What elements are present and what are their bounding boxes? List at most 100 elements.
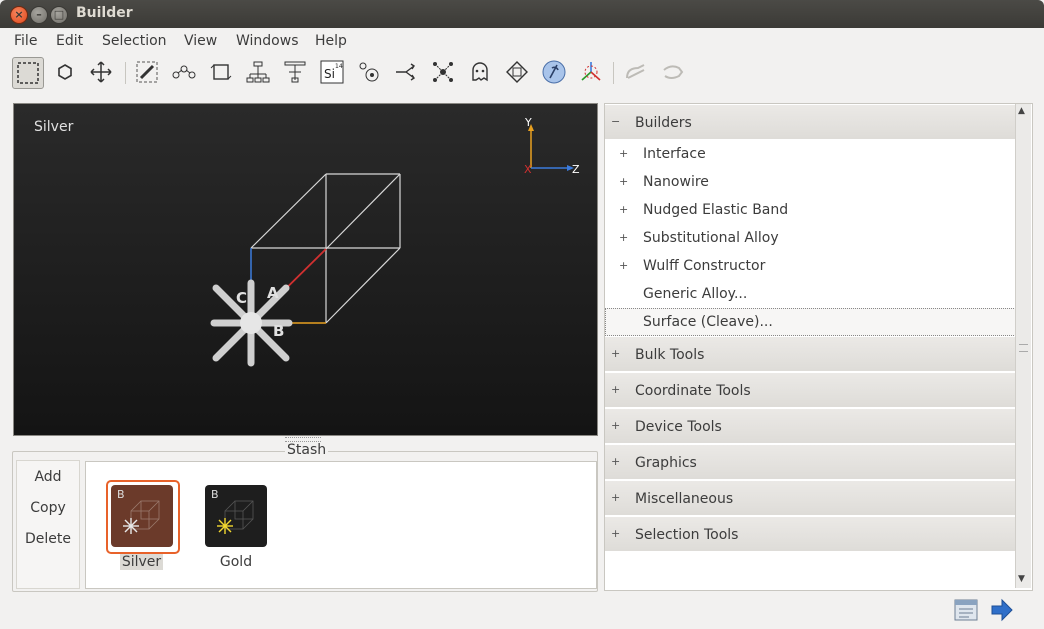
box-rotate-button[interactable]: [502, 57, 532, 87]
element-si-button[interactable]: Si 14: [317, 57, 347, 87]
tree-item-substitutional-alloy[interactable]: + Substitutional Alloy: [605, 224, 1016, 253]
tree-category-selection-tools[interactable]: + Selection Tools: [605, 517, 1016, 552]
toolbar-separator: [613, 62, 614, 84]
hidden-settings-icon: [542, 60, 566, 84]
scroll-down-icon[interactable]: ▼: [1018, 574, 1025, 584]
tree-category-label: Builders: [635, 115, 692, 131]
move-tool-button[interactable]: [86, 57, 116, 87]
tree-item-interface[interactable]: + Interface: [605, 140, 1016, 169]
maximize-window-button[interactable]: □: [50, 6, 68, 24]
menu-selection[interactable]: Selection: [102, 33, 167, 49]
expand-icon[interactable]: +: [619, 260, 628, 271]
tree-item-label: Generic Alloy...: [643, 286, 748, 302]
bond-chain-button[interactable]: [169, 57, 199, 87]
stash-add-button[interactable]: Add: [17, 469, 79, 485]
expand-icon[interactable]: +: [611, 384, 620, 395]
expand-icon[interactable]: +: [611, 456, 620, 467]
expand-icon[interactable]: +: [619, 148, 628, 159]
stash-item-silver[interactable]: B: [111, 485, 173, 547]
tree-category-label: Miscellaneous: [635, 491, 734, 507]
expand-icon[interactable]: +: [611, 348, 620, 359]
tree-category-builders[interactable]: − Builders: [605, 105, 1016, 140]
window-title: Builder: [76, 5, 133, 21]
expand-icon[interactable]: +: [619, 232, 628, 243]
scroll-grip[interactable]: [1019, 344, 1028, 352]
expand-icon[interactable]: +: [611, 420, 620, 431]
send-to-button[interactable]: [990, 598, 1014, 622]
undo-icon: [626, 64, 645, 79]
x-axis-label: X: [524, 163, 532, 176]
tree-category-miscellaneous[interactable]: + Miscellaneous: [605, 481, 1016, 516]
molecule-button[interactable]: [354, 57, 384, 87]
notes-icon: [954, 599, 978, 621]
tree-category-label: Device Tools: [635, 419, 722, 435]
redo-button: [658, 57, 688, 87]
expand-icon[interactable]: +: [619, 204, 628, 215]
title-bar: × – □ Builder: [0, 0, 1044, 28]
notes-button[interactable]: [954, 598, 978, 622]
cube-rotate-button[interactable]: [206, 57, 236, 87]
element-si-icon: Si14: [320, 60, 344, 84]
y-axis-label: Y: [524, 116, 532, 129]
tree-collapse-icon: [284, 61, 306, 83]
tree-item-nanowire[interactable]: + Nanowire: [605, 168, 1016, 197]
bond-chain-icon: [172, 65, 196, 79]
minimize-window-button[interactable]: –: [30, 6, 48, 24]
lattice-c-label: C: [236, 289, 247, 307]
expand-icon[interactable]: +: [611, 492, 620, 503]
ghost-button[interactable]: [465, 57, 495, 87]
tree-scrollbar[interactable]: ▲ ▼: [1015, 104, 1031, 588]
lattice-a-label: A: [267, 284, 279, 302]
lattice-b-label: B: [273, 322, 284, 340]
cube-rotate-icon: [210, 64, 232, 80]
stash-delete-button[interactable]: Delete: [17, 531, 79, 547]
collapse-icon[interactable]: −: [611, 116, 620, 127]
stash-title: Stash: [285, 442, 329, 458]
menu-help[interactable]: Help: [315, 33, 347, 49]
tree-category-bulk-tools[interactable]: + Bulk Tools: [605, 337, 1016, 372]
hexagon-tool-button[interactable]: [50, 57, 80, 87]
z-axis-label: Z: [572, 163, 580, 176]
structure-viewport[interactable]: Silver Y X Z C A B: [13, 103, 598, 436]
tree-category-label: Coordinate Tools: [635, 383, 751, 399]
axes-button[interactable]: [576, 57, 606, 87]
hexagon-icon: [58, 64, 72, 80]
split-arrow-button[interactable]: [391, 57, 421, 87]
menu-windows[interactable]: Windows: [236, 33, 299, 49]
arrow-right-icon: [991, 598, 1013, 622]
tree-item-label: Substitutional Alloy: [643, 230, 779, 246]
move-arrows-icon: [90, 61, 112, 83]
tree-collapse-button[interactable]: [280, 57, 310, 87]
stash-item-label: Gold: [219, 554, 253, 570]
expand-icon[interactable]: +: [619, 176, 628, 187]
tree-category-coordinate-tools[interactable]: + Coordinate Tools: [605, 373, 1016, 408]
expand-icon[interactable]: +: [611, 528, 620, 539]
network-button[interactable]: [428, 57, 458, 87]
tree-category-graphics[interactable]: + Graphics: [605, 445, 1016, 480]
stash-copy-button[interactable]: Copy: [17, 500, 79, 516]
tree-category-label: Graphics: [635, 455, 697, 471]
tree-category-device-tools[interactable]: + Device Tools: [605, 409, 1016, 444]
tree-item-label: Interface: [643, 146, 706, 162]
close-window-button[interactable]: ×: [10, 6, 28, 24]
scroll-up-icon[interactable]: ▲: [1018, 106, 1025, 116]
tree-item-wulff-constructor[interactable]: + Wulff Constructor: [605, 252, 1016, 281]
tree-item-generic-alloy[interactable]: Generic Alloy...: [605, 280, 1016, 309]
stash-item-gold[interactable]: B: [205, 485, 267, 547]
menu-edit[interactable]: Edit: [56, 33, 83, 49]
molecule-icon: [359, 62, 379, 82]
menu-view[interactable]: View: [184, 33, 217, 49]
ghost-icon: [472, 62, 488, 82]
tree-item-nudged-elastic-band[interactable]: + Nudged Elastic Band: [605, 196, 1016, 225]
menu-bar: File Edit Selection View Windows Help: [0, 28, 1044, 54]
measure-select-button[interactable]: [132, 57, 162, 87]
tree-item-label: Surface (Cleave)...: [643, 314, 773, 330]
stash-item-label: Silver: [120, 554, 163, 570]
rect-select-tool-button[interactable]: [12, 57, 44, 89]
menu-file[interactable]: File: [14, 33, 37, 49]
tree-hierarchy-button[interactable]: [243, 57, 273, 87]
tree-category-label: Selection Tools: [635, 527, 739, 543]
hidden-settings-button[interactable]: [539, 57, 569, 87]
tree-item-surface-cleave[interactable]: Surface (Cleave)...: [605, 308, 1018, 336]
tree-item-label: Nudged Elastic Band: [643, 202, 789, 218]
